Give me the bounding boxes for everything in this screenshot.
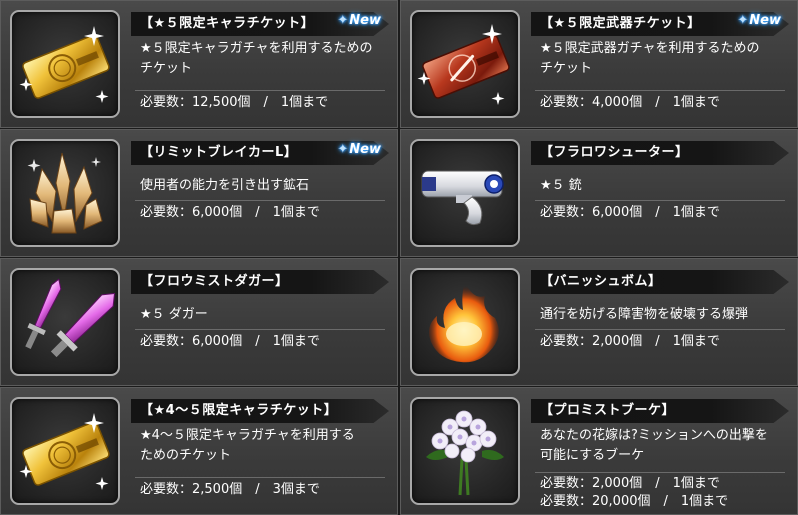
item-icon-frame [410,10,520,118]
item-title: 【フラロワシューター】 [540,145,689,160]
required-count: 必要数：2,000個 / 1個まで [540,334,720,349]
required-count: 必要数：20,000個 / 1個まで [540,494,729,509]
required-count: 必要数：4,000個 / 1個まで [540,95,720,110]
item-card-red-weapon-ticket[interactable]: 【★５限定武器チケット】 ✦New ★５限定武器ガチャを利用するための チケット… [400,0,798,128]
item-card-shooter[interactable]: 【フラロワシューター】 ★５ 銃 必要数：6,000個 / 1個まで [400,129,798,257]
item-icon-frame [410,397,520,505]
divider [135,200,385,201]
item-icon-frame [10,397,120,505]
item-description: ★５ 銃 [540,178,582,193]
sparkle-icon: ✦ [737,13,749,28]
divider [535,90,785,91]
item-title: 【フロウミストダガー】 [140,274,289,289]
item-description: ★５限定キャラガチャを利用するための チケット [140,41,373,76]
item-title: 【リミットブレイカーL】 [140,145,298,160]
required-count: 必要数：12,500個 / 1個まで [140,95,329,110]
divider [535,472,785,473]
divider [535,329,785,330]
divider [135,329,385,330]
required-count: 必要数：6,000個 / 1個まで [140,334,320,349]
twin-dagger-icon [25,278,116,358]
item-icon-frame [10,10,120,118]
required-count: 必要数：2,000個 / 1個まで [540,476,720,491]
item-title: 【バニッシュボム】 [540,274,662,289]
red-weapon-ticket-icon [417,24,510,105]
item-card-vanish-bomb[interactable]: 【バニッシュボム】 通行を妨げる障害物を破壊する爆弾 必要数：2,000個 / … [400,258,798,386]
item-card-gold-chara-ticket[interactable]: 【★５限定キャラチケット】 ✦New ★５限定キャラガチャを利用するための チケ… [0,0,398,128]
sparkle-icon: ✦ [337,142,349,157]
item-title: 【プロミストブーケ】 [540,403,676,418]
bouquet-icon [426,410,504,496]
new-badge: ✦New [337,13,381,28]
item-description: あなたの花嫁は?ミッションへの出撃を 可能にするブーケ [540,428,768,463]
item-card-dagger[interactable]: 【フロウミストダガー】 ★５ ダガー 必要数：6,000個 / 1個まで [0,258,398,386]
divider [135,90,385,91]
gold-ticket-icon [19,26,110,103]
item-title: 【★4～５限定キャラチケット】 [140,403,338,418]
item-card-bouquet[interactable]: 【プロミストブーケ】 あなたの花嫁は?ミッションへの出撃を 可能にするブーケ 必… [400,387,798,515]
item-title: 【★５限定キャラチケット】 [140,16,315,31]
item-card-limit-breaker[interactable]: 【リミットブレイカーL】 ✦New 使用者の能力を引き出す鉱石 必要数：6,00… [0,129,398,257]
divider [535,200,785,201]
item-icon-frame [410,139,520,247]
item-card-gold-chara-ticket-4-5[interactable]: 【★4～５限定キャラチケット】 ★4～５限定キャラガチャを利用する ためのチケッ… [0,387,398,515]
item-description: ★５限定武器ガチャを利用するための チケット [540,41,760,76]
new-badge: ✦New [337,142,381,157]
fire-bomb-icon [429,282,499,363]
gold-ticket-icon [19,413,110,490]
new-badge: ✦New [737,13,781,28]
item-icon-frame [410,268,520,376]
divider [135,477,385,478]
required-count: 必要数：6,000個 / 1個まで [140,205,320,220]
required-count: 必要数：2,500個 / 3個まで [140,482,320,497]
item-description: 通行を妨げる障害物を破壊する爆弾 [540,307,749,322]
required-count: 必要数：6,000個 / 1個まで [540,205,720,220]
item-icon-frame [10,268,120,376]
item-description: 使用者の能力を引き出す鉱石 [140,178,310,193]
item-title: 【★５限定武器チケット】 [540,16,701,31]
item-description: ★4～５限定キャラガチャを利用する ためのチケット [140,428,355,463]
crystal-ore-icon [27,152,103,234]
sparkle-icon: ✦ [337,13,349,28]
gun-icon [421,170,504,226]
exchange-item-grid: 【★５限定キャラチケット】 ✦New ★５限定キャラガチャを利用するための チケ… [0,0,798,515]
item-description: ★５ ダガー [140,307,208,322]
item-icon-frame [10,139,120,247]
